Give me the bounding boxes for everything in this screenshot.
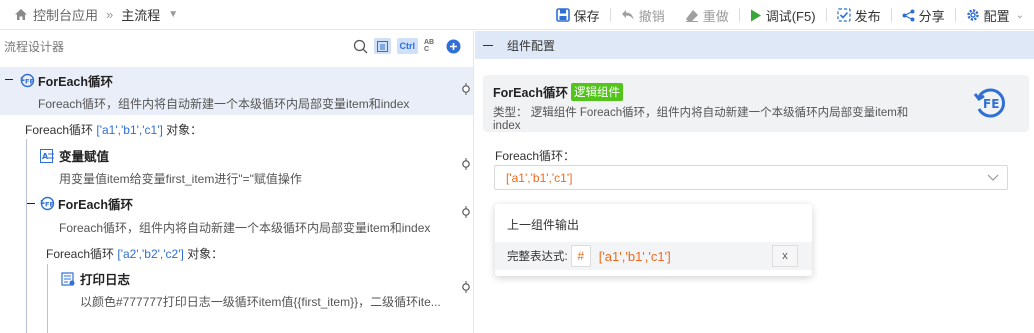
collapse-toggle-icon[interactable] [27, 203, 35, 204]
component-title: ForEach循环 [493, 86, 569, 100]
tree-guide-line [47, 264, 48, 333]
designer-tools: Ctrl AB C [353, 38, 462, 54]
redo-button[interactable]: 重做 [675, 0, 739, 30]
foreach-large-icon: FE [973, 88, 1006, 118]
foreach-icon: FE [20, 73, 35, 88]
publish-label: 发布 [854, 8, 881, 24]
undo-icon [621, 10, 634, 20]
save-icon [555, 8, 570, 22]
loop-label-suffix: 对象： [187, 247, 224, 261]
node-title: 打印日志 [80, 273, 131, 287]
toolbar: 保存 撤销 重做 调试(F5) 发布 分享 配置 ⌄ [546, 0, 1034, 30]
svg-text:FE: FE [983, 97, 999, 111]
config-button[interactable]: 配置 ⌄ [956, 0, 1034, 30]
node-description: Foreach循环，组件内将自动新建一个本级循环内局部变量item和index [59, 221, 431, 235]
search-icon[interactable] [353, 39, 368, 54]
publish-button[interactable]: 发布 [827, 0, 891, 30]
gear-icon [966, 9, 979, 21]
expression-row: 完整表达式: # ['a1','b1','c1'] x [495, 242, 812, 270]
popup-title: 上一组件输出 [507, 218, 580, 232]
redo-label: 重做 [702, 8, 729, 24]
foreach-field-input[interactable]: ['a1','b1','c1'] [494, 165, 1008, 190]
variable-assign-icon: A [40, 148, 54, 163]
collapse-icon[interactable] [373, 38, 391, 54]
spellcheck-icon[interactable]: AB C [424, 38, 440, 54]
clear-button[interactable]: x [772, 245, 798, 267]
eraser-icon [685, 9, 698, 22]
component-tag: 逻辑组件 [571, 82, 624, 101]
loop-label-value: ['a2','b2','c2'] [117, 247, 184, 261]
undo-button[interactable]: 撤销 [611, 0, 675, 30]
type-label: 类型： [493, 107, 528, 119]
connector-icon[interactable] [460, 83, 472, 95]
breadcrumb-app[interactable]: 控制台应用 [33, 5, 98, 24]
type-description: 逻辑组件 Foreach循环，组件内将自动新建一个本级循环内局部变量item和i… [493, 107, 909, 132]
print-log-icon [61, 271, 75, 286]
tree-guide-line [26, 139, 27, 333]
connector-icon[interactable] [460, 206, 472, 218]
home-icon[interactable] [14, 8, 28, 21]
add-icon[interactable] [446, 39, 461, 54]
chevron-down-icon[interactable] [987, 172, 999, 182]
svg-text:A: A [42, 152, 49, 161]
loop-label: Foreach循环 ['a1','b1','c1'] 对象： [25, 121, 202, 138]
component-info-card: ForEach循环 逻辑组件 类型： 逻辑组件 Foreach循环，组件内将自动… [483, 75, 1029, 132]
config-section-header[interactable]: 组件配置 [475, 31, 1034, 59]
collapse-toggle-icon[interactable] [5, 79, 13, 80]
field-value: ['a1','b1','c1'] [506, 170, 573, 185]
loop-label-suffix: 对象： [166, 123, 203, 137]
node-description: 用变量值item给变量first_item进行"="赋值操作 [59, 172, 302, 186]
breadcrumb-current[interactable]: 主流程 [121, 5, 160, 24]
undo-label: 撤销 [638, 8, 665, 24]
share-label: 分享 [918, 8, 945, 24]
foreach-icon: FE [40, 196, 55, 211]
component-config-panel: 组件配置 ForEach循环 逻辑组件 类型： 逻辑组件 Foreach循环，组… [475, 31, 1034, 333]
component-description: 类型： 逻辑组件 Foreach循环，组件内将自动新建一个本级循环内局部变量it… [493, 107, 933, 133]
section-title: 组件配置 [507, 38, 556, 53]
node-assign[interactable]: A 变量赋值 [40, 146, 109, 165]
debug-label: 调试(F5) [765, 8, 816, 24]
node-title: 变量赋值 [59, 150, 110, 164]
node-foreach-2[interactable]: FE ForEach循环 [40, 194, 133, 213]
publish-check-icon [836, 8, 851, 22]
node-description: Foreach循环，组件内将自动新建一个本级循环内局部变量item和index [38, 97, 410, 111]
play-icon [750, 9, 761, 21]
node-print-log[interactable]: 打印日志 [61, 269, 130, 288]
debug-button[interactable]: 调试(F5) [740, 0, 826, 30]
save-label: 保存 [573, 8, 600, 24]
node-title: ForEach循环 [58, 198, 134, 212]
loop-label-prefix: Foreach循环 [46, 247, 115, 261]
ctrl-shortcut-button[interactable]: Ctrl [396, 38, 418, 54]
designer-header: 流程设计器 Ctrl AB C [0, 31, 473, 61]
connector-icon[interactable] [460, 281, 472, 293]
top-bar: 控制台应用 » 主流程 ▼ 保存 撤销 重做 调试(F5) 发布 分享 配置 ⌄ [0, 0, 1034, 30]
foreach-field-label: Foreach循环： [495, 149, 576, 163]
hash-icon[interactable]: # [570, 245, 591, 267]
loop-label: Foreach循环 ['a2','b2','c2'] 对象： [46, 245, 223, 262]
output-popup: 上一组件输出 完整表达式: # ['a1','b1','c1'] x [495, 204, 812, 276]
expression-value[interactable]: ['a1','b1','c1'] [599, 249, 671, 264]
svg-text:FE: FE [45, 201, 54, 209]
loop-label-value: ['a1','b1','c1'] [96, 123, 163, 137]
expression-label: 完整表达式: [507, 251, 568, 263]
designer-title: 流程设计器 [4, 39, 65, 54]
node-description: 以颜色#777777打印日志一级循环item值{{first_item}}，二级… [80, 295, 441, 309]
node-title: ForEach循环 [38, 75, 114, 89]
breadcrumb-separator-icon: » [106, 7, 114, 22]
flow-designer-panel: 流程设计器 Ctrl AB C FE ForEach循环 Foreach循环，组… [0, 31, 474, 333]
node-foreach-1[interactable]: FE ForEach循环 [20, 71, 113, 90]
loop-label-prefix: Foreach循环 [25, 123, 94, 137]
share-button[interactable]: 分享 [892, 0, 955, 30]
save-button[interactable]: 保存 [546, 0, 610, 30]
share-icon [902, 9, 915, 21]
config-label: 配置 [983, 8, 1010, 24]
svg-text:FE: FE [25, 78, 34, 86]
caret-down-icon[interactable]: ▼ [168, 9, 178, 20]
chevron-down-icon: ⌄ [1015, 9, 1024, 21]
collapse-icon[interactable] [483, 44, 493, 46]
breadcrumb: 控制台应用 » 主流程 ▼ [0, 5, 178, 24]
connector-icon[interactable] [460, 158, 472, 170]
